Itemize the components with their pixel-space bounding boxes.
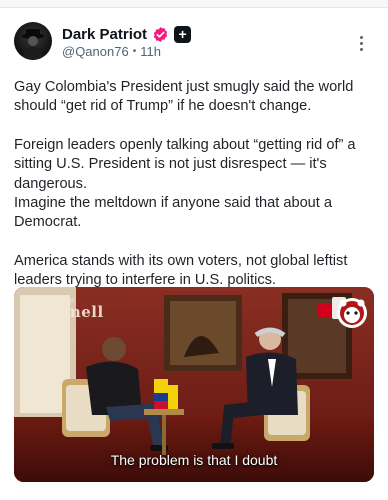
video-watermark: El Reporte Coronell <box>28 297 104 320</box>
post-timestamp[interactable]: 11h <box>140 44 161 59</box>
post-paragraph: Foreign leaders openly talking about “ge… <box>14 136 356 192</box>
author-meta: @Qanon76 • 11h <box>62 44 161 59</box>
avatar-image <box>22 29 44 60</box>
author-name[interactable]: Dark Patriot <box>62 26 147 43</box>
video-media[interactable]: El Reporte Coronell The problem is that … <box>14 287 374 482</box>
channel-logo-icon <box>318 293 368 337</box>
avatar[interactable] <box>14 22 52 60</box>
video-caption: The problem is that I doubt <box>110 452 278 468</box>
post-paragraph: Gay Colombia's President just smugly sai… <box>14 79 354 115</box>
post-body: Gay Colombia's President just smugly sai… <box>14 78 376 291</box>
top-divider <box>0 0 388 8</box>
author-name-row: Dark Patriot + <box>62 24 192 44</box>
post-paragraph: America stands with its own voters, not … <box>14 252 348 289</box>
post-paragraph: Imagine the meltdown if anyone said that… <box>14 195 333 231</box>
plus-badge-icon: + <box>174 25 192 43</box>
more-options-icon[interactable] <box>352 32 370 54</box>
author-handle[interactable]: @Qanon76 <box>62 44 129 59</box>
post-header: Dark Patriot + @Qanon76 • 11h <box>14 22 374 64</box>
watermark-line-big: Coronell <box>28 303 104 321</box>
meta-separator: • <box>132 46 137 57</box>
verified-badge-icon <box>152 26 169 43</box>
